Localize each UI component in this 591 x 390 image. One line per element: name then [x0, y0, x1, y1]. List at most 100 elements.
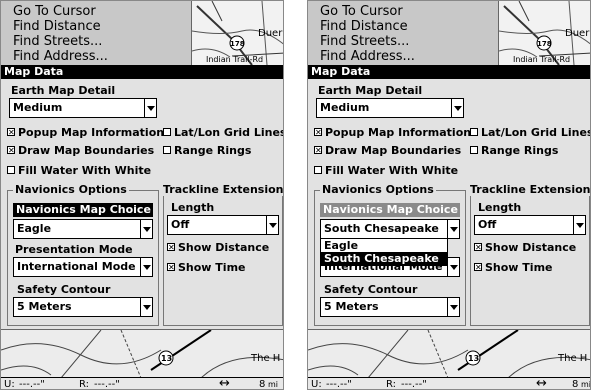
checkbox-empty-icon	[470, 146, 478, 154]
navionics-map-choice-dropdown[interactable]: South Chesapeake	[320, 219, 460, 239]
checkbox-empty-icon	[163, 128, 171, 136]
dialog-title: Map Data	[308, 65, 590, 79]
right-screen: Go To Cursor Find Distance Find Streets.…	[307, 0, 591, 390]
bottom-map: 13 The H	[1, 329, 283, 377]
chevron-down-icon	[451, 99, 463, 117]
safety-contour-dropdown[interactable]: 5 Meters	[320, 297, 460, 317]
checkbox-empty-icon	[163, 146, 171, 154]
chevron-down-icon	[447, 258, 459, 276]
checkbox-checked-icon: ✕	[314, 128, 322, 137]
r-value: ---.--"	[401, 379, 427, 390]
length-label: Length	[478, 201, 522, 214]
popup-map-info-checkbox[interactable]: ✕ Popup Map Information	[314, 126, 471, 139]
list-option-south-chesapeake[interactable]: South Chesapeake	[321, 252, 447, 265]
fill-water-checkbox[interactable]: Fill Water With White	[314, 164, 458, 177]
checkbox-empty-icon	[7, 166, 15, 174]
bottom-map: 13 The H	[308, 329, 590, 377]
show-distance-checkbox[interactable]: ✕ Show Distance	[167, 241, 269, 254]
town-label: Duer	[565, 28, 590, 39]
u-label: U:	[311, 379, 322, 390]
safety-contour-label: Safety Contour	[17, 283, 111, 296]
street-label: Indian Trail-Rd	[206, 55, 264, 64]
length-label: Length	[171, 201, 215, 214]
checkbox-checked-icon: ✕	[167, 243, 175, 252]
range-rings-checkbox[interactable]: Range Rings	[163, 144, 251, 157]
length-dropdown[interactable]: Off	[474, 215, 586, 235]
map-thumbnail: 178 Duer Indian Trail-Rd	[498, 1, 590, 65]
status-bar: U: ---.--" R: ---.--" ↔ 8 mi	[1, 376, 283, 390]
presentation-mode-dropdown[interactable]: International Mode	[13, 257, 153, 277]
checkbox-empty-icon	[314, 166, 322, 174]
menu-go-to-cursor[interactable]: Go To Cursor	[320, 4, 403, 19]
map-roads	[308, 330, 590, 377]
length-dropdown[interactable]: Off	[167, 215, 279, 235]
map-choice-listbox[interactable]: Eagle South Chesapeake	[320, 238, 448, 266]
presentation-mode-label: Presentation Mode	[15, 243, 133, 256]
trackline-title: Trackline Extensions	[161, 183, 283, 196]
route-sign-label: 13	[468, 354, 480, 363]
r-label: R:	[79, 379, 90, 390]
u-label: U:	[4, 379, 15, 390]
safety-contour-dropdown[interactable]: 5 Meters	[13, 297, 153, 317]
chevron-down-icon	[573, 216, 585, 234]
checkbox-checked-icon: ✕	[7, 146, 15, 155]
navionics-map-choice-dropdown[interactable]: Eagle	[13, 219, 153, 239]
range-rings-checkbox[interactable]: Range Rings	[470, 144, 558, 157]
checkbox-checked-icon: ✕	[7, 128, 15, 137]
safety-contour-label: Safety Contour	[324, 283, 418, 296]
road-sign-label: 178	[537, 40, 552, 48]
map-data-panel: Earth Map Detail Medium ✕ Popup Map Infor…	[308, 79, 590, 329]
menu-find-streets[interactable]: Find Streets...	[320, 34, 409, 49]
zoom-arrows-icon: ↔	[219, 376, 230, 390]
chevron-down-icon	[140, 298, 152, 316]
chevron-down-icon	[140, 220, 152, 238]
chevron-down-icon	[144, 99, 156, 117]
earth-map-detail-label: Earth Map Detail	[318, 84, 423, 97]
latlon-grid-checkbox[interactable]: Lat/Lon Grid Lines	[470, 126, 590, 139]
route-sign-label: 13	[161, 354, 173, 363]
show-distance-checkbox[interactable]: ✕ Show Distance	[474, 241, 576, 254]
show-time-checkbox[interactable]: ✕ Show Time	[474, 261, 553, 274]
scale-unit: mi	[581, 380, 591, 389]
fill-water-checkbox[interactable]: Fill Water With White	[7, 164, 151, 177]
context-menu: Go To Cursor Find Distance Find Streets.…	[1, 1, 191, 65]
earth-map-detail-dropdown[interactable]: Medium	[316, 98, 464, 118]
u-value: ---.--"	[19, 379, 45, 390]
popup-map-info-checkbox[interactable]: ✕ Popup Map Information	[7, 126, 164, 139]
chevron-down-icon	[140, 258, 152, 276]
place-label: The H	[558, 353, 588, 364]
scale-value: 8	[259, 379, 266, 390]
latlon-grid-checkbox[interactable]: Lat/Lon Grid Lines	[163, 126, 283, 139]
menu-find-streets[interactable]: Find Streets...	[13, 34, 102, 49]
dialog-title: Map Data	[1, 65, 283, 79]
road-sign-label: 178	[230, 40, 245, 48]
show-time-checkbox[interactable]: ✕ Show Time	[167, 261, 246, 274]
list-option-eagle[interactable]: Eagle	[321, 239, 447, 252]
r-value: ---.--"	[94, 379, 120, 390]
checkbox-empty-icon	[470, 128, 478, 136]
earth-map-detail-dropdown[interactable]: Medium	[9, 98, 157, 118]
menu-find-address[interactable]: Find Address...	[320, 49, 415, 64]
menu-find-address[interactable]: Find Address...	[13, 49, 108, 64]
menu-find-distance[interactable]: Find Distance	[320, 19, 408, 34]
map-roads	[1, 330, 283, 377]
map-data-panel: Earth Map Detail Medium ✕ Popup Map Infor…	[1, 79, 283, 329]
draw-boundaries-checkbox[interactable]: ✕ Draw Map Boundaries	[7, 144, 154, 157]
scale-value: 8	[572, 379, 579, 390]
navionics-title: Navionics Options	[320, 183, 436, 196]
scale-unit: mi	[268, 380, 279, 389]
street-label: Indian Trail-Rd	[513, 55, 571, 64]
checkbox-checked-icon: ✕	[474, 263, 482, 272]
navionics-title: Navionics Options	[13, 183, 129, 196]
menu-go-to-cursor[interactable]: Go To Cursor	[13, 4, 96, 19]
status-bar: U: ---.--" R: ---.--" ↔ 8 mi	[308, 377, 591, 390]
draw-boundaries-checkbox[interactable]: ✕ Draw Map Boundaries	[314, 144, 461, 157]
earth-map-detail-label: Earth Map Detail	[11, 84, 116, 97]
menu-find-distance[interactable]: Find Distance	[13, 19, 101, 34]
r-label: R:	[386, 379, 397, 390]
chevron-down-icon	[447, 298, 459, 316]
navionics-map-choice-label: Navionics Map Choice	[320, 203, 460, 217]
trackline-title: Trackline Extensions	[468, 183, 590, 196]
map-thumbnail: 178 Duer Indian Trail-Rd	[191, 1, 283, 65]
left-screen: Go To Cursor Find Distance Find Streets.…	[0, 0, 284, 390]
